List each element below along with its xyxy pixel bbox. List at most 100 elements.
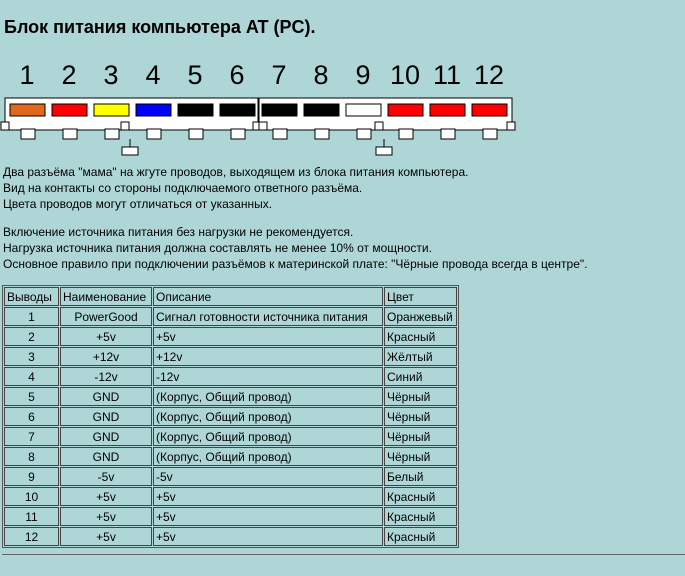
pin-number-label: 6: [229, 60, 244, 90]
wire-pin-3: [93, 103, 130, 117]
pin-number-label: 11: [433, 60, 461, 90]
pin-number-label: 8: [313, 60, 328, 90]
pin-description-cell: +5v: [153, 327, 383, 346]
table-row: 12 +5v +5v Красный: [4, 527, 457, 546]
pin-number-label: 1: [19, 60, 34, 90]
pin-description-cell: Сигнал готовности источника питания: [153, 307, 383, 326]
pin-number-label: 3: [103, 60, 118, 90]
wire-color-cell: Белый: [384, 467, 457, 486]
header-pins: Выводы: [4, 287, 59, 306]
pin-number-label: 12: [474, 60, 504, 90]
contact-tab: [482, 128, 498, 140]
connector-notch: [374, 121, 384, 131]
contact-tab: [20, 128, 36, 140]
wire-pin-12: [471, 103, 508, 117]
pin-name-cell: GND: [60, 427, 152, 446]
table-row: 3 +12v +12v Жёлтый: [4, 347, 457, 366]
table-header-row: Выводы Наименование Описание Цвет: [4, 287, 457, 306]
contact-tab: [356, 128, 372, 140]
pin-description-cell: (Корпус, Общий провод): [153, 387, 383, 406]
wire-color-cell: Жёлтый: [384, 347, 457, 366]
table-row: 10 +5v +5v Красный: [4, 487, 457, 506]
pin-number-label: 9: [355, 60, 370, 90]
wire-pin-1: [9, 103, 46, 117]
pin-name-cell: -5v: [60, 467, 152, 486]
contact-tab: [104, 128, 120, 140]
pin-description-cell: +5v: [153, 487, 383, 506]
table-row: 2 +5v +5v Красный: [4, 327, 457, 346]
pin-name-cell: PowerGood: [60, 307, 152, 326]
connector-notch: [258, 121, 268, 131]
description-line: Нагрузка источника питания должна состав…: [3, 241, 432, 255]
pin-number-label: 2: [61, 60, 76, 90]
pin-name-cell: GND: [60, 387, 152, 406]
pin-number-label: 10: [390, 60, 420, 90]
pin-number-cell: 1: [4, 307, 59, 326]
wire-color-cell: Красный: [384, 487, 457, 506]
pin-name-cell: -12v: [60, 367, 152, 386]
table-row: 11 +5v +5v Красный: [4, 507, 457, 526]
connector-key-clip: [121, 146, 139, 156]
wire-pin-8: [303, 103, 340, 117]
pin-number-cell: 10: [4, 487, 59, 506]
pin-number-cell: 11: [4, 507, 59, 526]
wire-color-cell: Синий: [384, 367, 457, 386]
pin-name-cell: GND: [60, 447, 152, 466]
table-row: 7 GND (Корпус, Общий провод) Чёрный: [4, 427, 457, 446]
pin-number-label: 7: [271, 60, 286, 90]
pin-number-cell: 9: [4, 467, 59, 486]
table-row: 9 -5v -5v Белый: [4, 467, 457, 486]
wire-color-cell: Чёрный: [384, 447, 457, 466]
pin-number-cell: 12: [4, 527, 59, 546]
connector-notch: [120, 121, 130, 131]
wire-pin-7: [261, 103, 298, 117]
connector-key-clip: [375, 146, 393, 156]
wire-color-cell: Красный: [384, 327, 457, 346]
bottom-divider: [2, 554, 685, 555]
description-line: Вид на контакты со стороны подключаемого…: [3, 181, 363, 195]
pin-name-cell: +12v: [60, 347, 152, 366]
pin-number-cell: 7: [4, 427, 59, 446]
description-line: Два разъёма "мама" на жгуте проводов, вы…: [3, 165, 469, 179]
wire-color-cell: Чёрный: [384, 427, 457, 446]
pin-description-cell: -5v: [153, 467, 383, 486]
contact-tab: [188, 128, 204, 140]
pin-description-cell: (Корпус, Общий провод): [153, 407, 383, 426]
pin-number-cell: 4: [4, 367, 59, 386]
pin-number-cell: 2: [4, 327, 59, 346]
pin-number-cell: 6: [4, 407, 59, 426]
page-title: Блок питания компьютера AT (PC).: [4, 17, 316, 37]
connector-notch: [506, 121, 516, 131]
pin-name-cell: +5v: [60, 487, 152, 506]
pin-number-label: 4: [145, 60, 160, 90]
wire-color-cell: Оранжевый: [384, 307, 457, 326]
pin-description-cell: +12v: [153, 347, 383, 366]
description-line: Включение источника питания без нагрузки…: [3, 225, 354, 239]
wire-color-cell: Красный: [384, 507, 457, 526]
table-row: 6 GND (Корпус, Общий провод) Чёрный: [4, 407, 457, 426]
at-power-connector-diagram: 1 2 3 4 5 6 7 8 9 10 11 12: [0, 60, 516, 156]
header-description: Описание: [153, 287, 383, 306]
pin-description-cell: +5v: [153, 527, 383, 546]
wire-color-cell: Красный: [384, 527, 457, 546]
pinout-table: Выводы Наименование Описание Цвет 1 Power…: [2, 285, 459, 548]
header-name: Наименование: [60, 287, 152, 306]
contact-tab: [314, 128, 330, 140]
pin-description-cell: (Корпус, Общий провод): [153, 427, 383, 446]
wire-color-cell: Чёрный: [384, 387, 457, 406]
wire-pin-4: [135, 103, 172, 117]
pin-name-cell: +5v: [60, 327, 152, 346]
wire-pin-10: [387, 103, 424, 117]
pin-description-cell: -12v: [153, 367, 383, 386]
pin-name-cell: +5v: [60, 527, 152, 546]
pin-name-cell: +5v: [60, 507, 152, 526]
wire-pin-2: [51, 103, 88, 117]
description-line: Основное правило при подключении разъёмо…: [3, 257, 588, 271]
pin-name-cell: GND: [60, 407, 152, 426]
connector-notch: [0, 121, 10, 131]
pin-number-label: 5: [187, 60, 202, 90]
pin-number-cell: 3: [4, 347, 59, 366]
pin-number-cell: 5: [4, 387, 59, 406]
header-color: Цвет: [384, 287, 457, 306]
contact-tab: [230, 128, 246, 140]
